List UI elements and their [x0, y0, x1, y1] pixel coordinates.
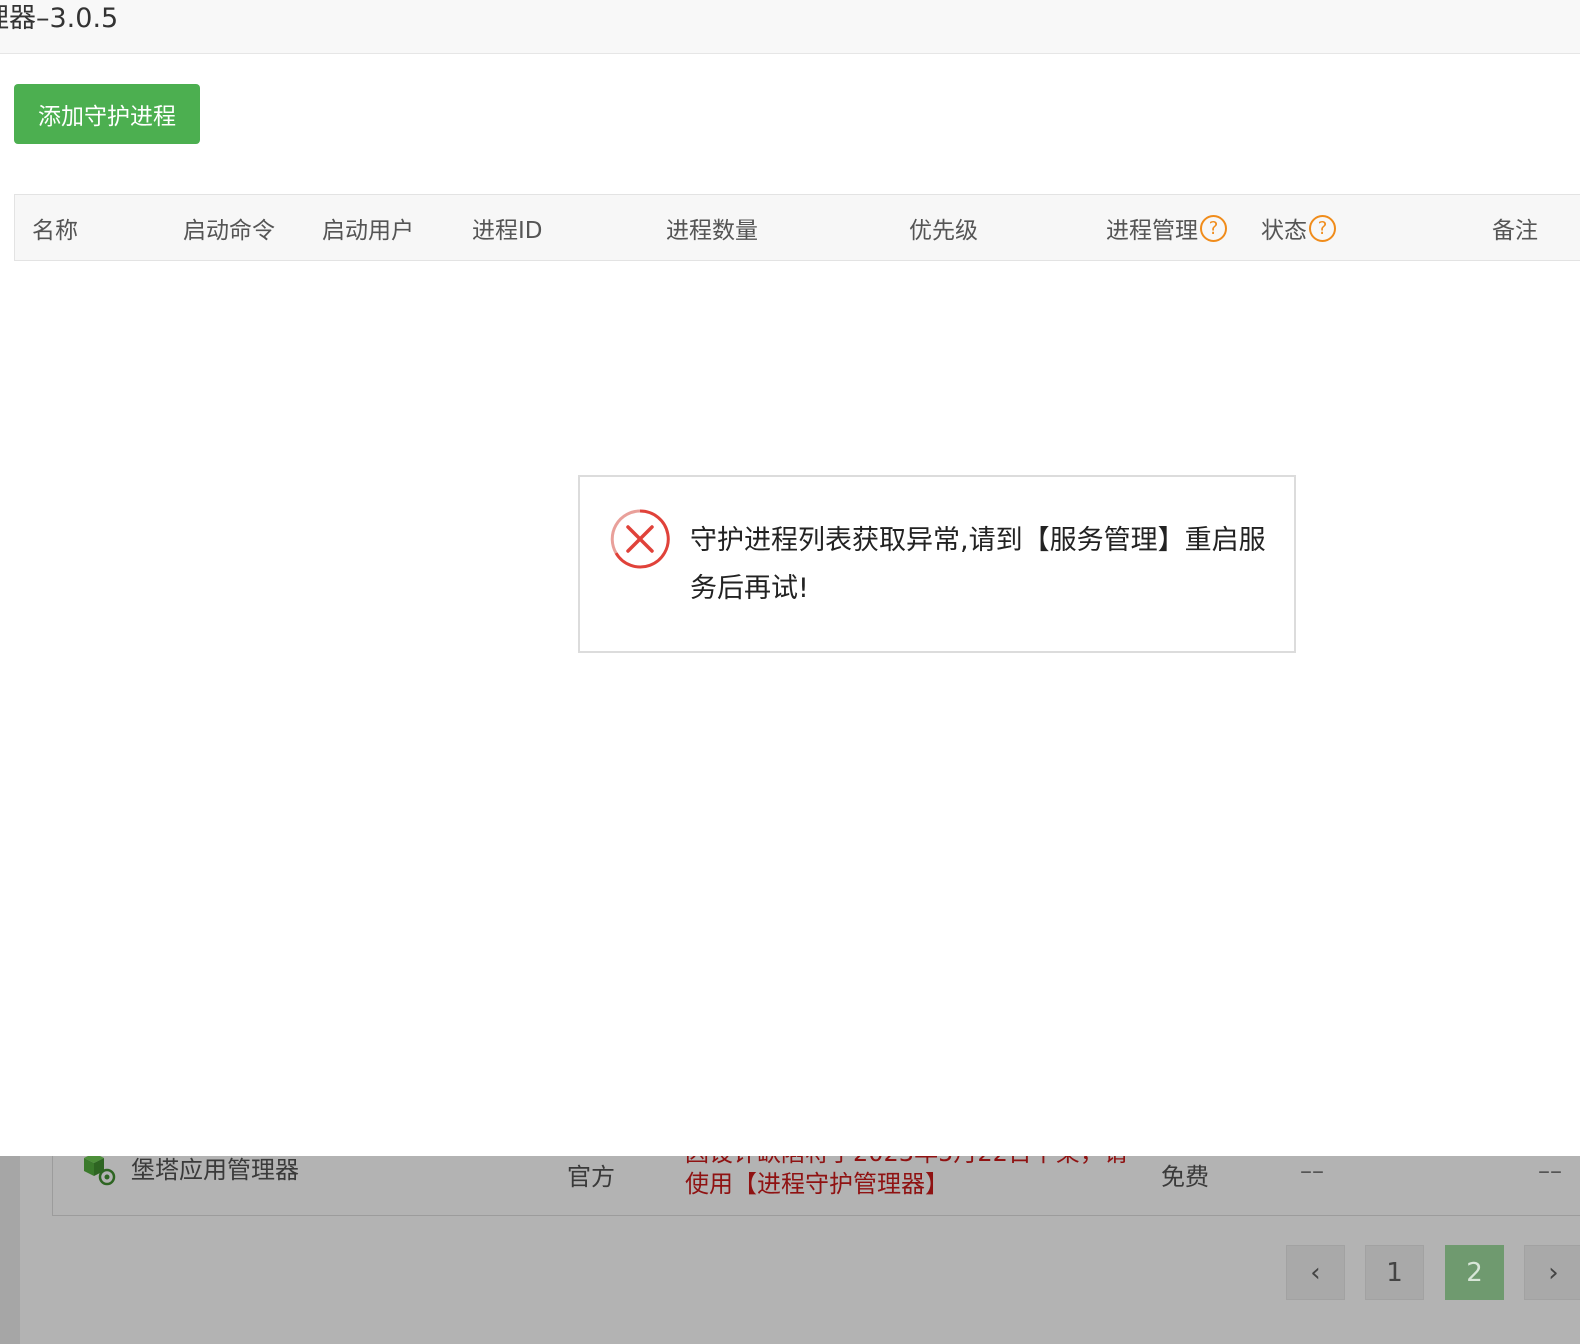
table-header: 名称 启动命令 启动用户 进程ID 进程数量 优先级 进程管理 ? 状态 ? 备… [14, 194, 1580, 261]
pager-prev-button[interactable]: ‹ [1286, 1245, 1345, 1300]
plugin-expire: –– [1300, 1157, 1324, 1185]
header-remark: 备注 [1492, 218, 1538, 244]
header-manage: 进程管理 ? [1106, 211, 1227, 245]
pager-next-button[interactable]: › [1524, 1245, 1580, 1300]
plugin-price: 免费 [1161, 1163, 1209, 1191]
header-priority: 优先级 [909, 218, 978, 244]
header-pid: 进程ID [472, 218, 543, 244]
background-strip [0, 1156, 20, 1344]
header-count: 进程数量 [666, 218, 758, 244]
plugin-description-line2: 使用【进程守护管理器】 [685, 1170, 949, 1198]
error-message: 守护进程列表获取异常,请到【服务管理】重启服务后再试! [690, 525, 1266, 604]
header-status: 状态 ? [1261, 211, 1336, 245]
header-manage-label: 进程管理 [1106, 218, 1198, 244]
panel-title-bar: 理器–3.0.5 [0, 0, 1580, 54]
header-status-label: 状态 [1261, 218, 1307, 244]
help-icon[interactable]: ? [1309, 214, 1336, 242]
error-dialog: 守护进程列表获取异常,请到【服务管理】重启服务后再试! [578, 475, 1296, 653]
pager-page-1[interactable]: 1 [1365, 1245, 1424, 1300]
header-command: 启动命令 [183, 218, 275, 244]
error-x-icon [610, 509, 670, 569]
pager-page-2[interactable]: 2 [1445, 1245, 1504, 1300]
help-icon[interactable]: ? [1200, 214, 1227, 242]
header-name: 名称 [32, 218, 78, 244]
panel-title: 理器–3.0.5 [0, 3, 119, 34]
plugin-type: 官方 [567, 1163, 615, 1191]
add-daemon-button[interactable]: 添加守护进程 [14, 84, 200, 144]
plugin-location: –– [1538, 1157, 1562, 1185]
header-user: 启动用户 [322, 218, 414, 244]
